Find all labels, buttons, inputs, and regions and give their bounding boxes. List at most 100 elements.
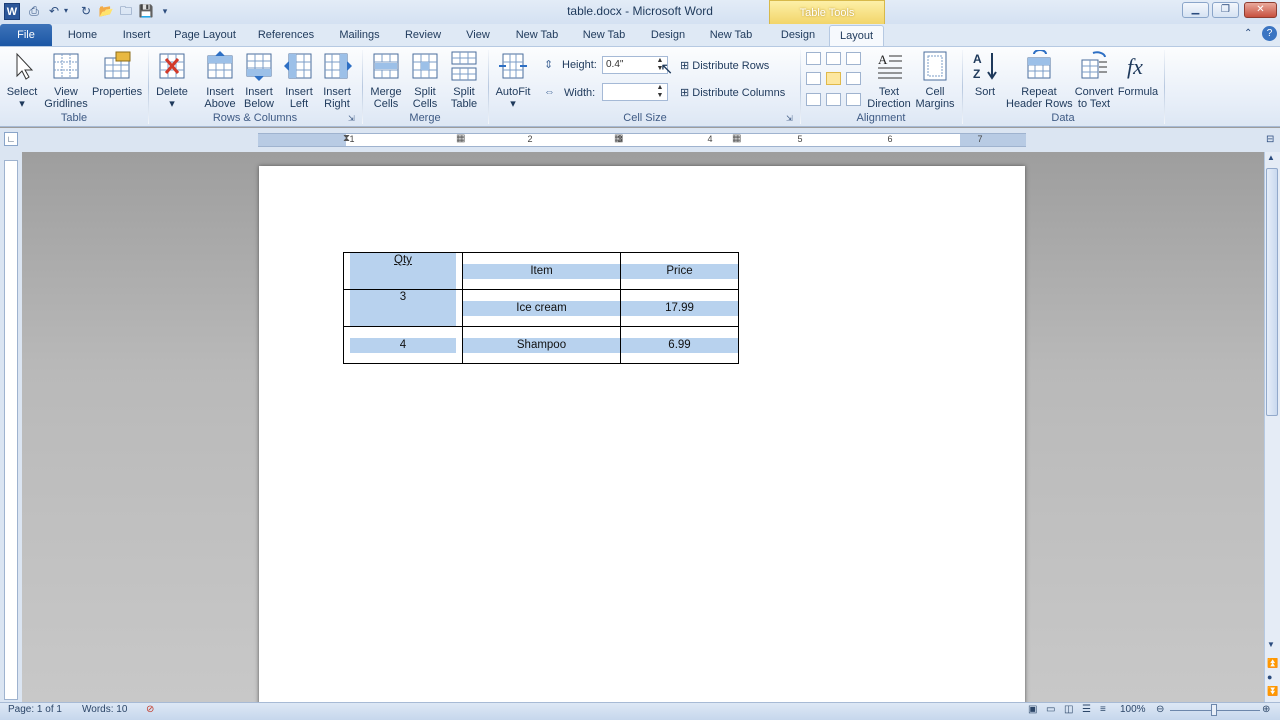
table-cell[interactable]: 17.99 — [620, 289, 739, 327]
select-browse-object-icon[interactable]: ● — [1267, 672, 1272, 682]
table-cell[interactable]: 3 — [343, 289, 463, 327]
align-bottom-right-button[interactable] — [846, 93, 861, 106]
split-cells-button[interactable]: Split Cells — [406, 50, 444, 110]
previous-page-icon[interactable]: ⏫ — [1267, 658, 1278, 669]
table-cell-text: 4 — [350, 338, 456, 353]
view-web-layout-icon[interactable]: ◫ — [1064, 704, 1073, 715]
close-button[interactable]: ✕ — [1244, 2, 1277, 18]
horizontal-ruler[interactable] — [258, 133, 1026, 147]
insert-below-button[interactable]: Insert Below — [240, 50, 278, 110]
width-spinner[interactable]: ▲ ▼ — [602, 83, 668, 101]
ruler-number: 1 — [349, 134, 355, 144]
zoom-level[interactable]: 100% — [1120, 704, 1146, 715]
align-top-right-button[interactable] — [846, 52, 861, 65]
height-label: Height: — [562, 59, 597, 71]
tab-new-tab-3[interactable]: New Tab — [704, 25, 758, 46]
tab-new-tab-2[interactable]: New Tab — [577, 25, 631, 46]
align-top-center-button[interactable] — [826, 52, 841, 65]
view-outline-icon[interactable]: ☰ — [1082, 704, 1091, 715]
cell-margins-button[interactable]: Cell Margins — [912, 50, 958, 110]
distribute-columns-button[interactable]: ⊞ Distribute Columns — [680, 86, 785, 99]
view-draft-icon[interactable]: ≡ — [1100, 704, 1106, 715]
distribute-rows-button[interactable]: ⊞ Distribute Rows — [680, 59, 769, 72]
table-cell[interactable]: Item — [462, 252, 621, 290]
tab-table-layout[interactable]: Layout — [829, 25, 884, 46]
tab-home[interactable]: Home — [60, 25, 105, 46]
dialog-launcher-icon[interactable]: ⇲ — [786, 114, 793, 123]
gridlines-icon — [53, 53, 79, 79]
table-cell[interactable]: Ice cream — [462, 289, 621, 327]
tab-review[interactable]: Review — [400, 25, 446, 46]
next-page-icon[interactable]: ⏬ — [1267, 686, 1278, 697]
align-center-button[interactable] — [826, 72, 841, 85]
zoom-slider-thumb[interactable] — [1211, 704, 1217, 716]
align-bottom-center-button[interactable] — [826, 93, 841, 106]
document-table[interactable]: Qty Item Price 3 Ice cream 17.99 4 Shamp… — [343, 252, 739, 364]
zoom-in-icon[interactable]: ⊕ — [1262, 704, 1270, 715]
document-page[interactable] — [259, 166, 1025, 706]
repeat-header-rows-button[interactable]: Repeat Header Rows — [1006, 50, 1073, 110]
align-bottom-left-button[interactable] — [806, 93, 821, 106]
autofit-button[interactable]: AutoFit ▾ — [492, 50, 534, 110]
ruler-number: 6 — [887, 134, 893, 144]
tab-new-tab-1[interactable]: New Tab — [510, 25, 564, 46]
table-cell[interactable]: 4 — [343, 326, 463, 364]
window-title: table.docx - Microsoft Word — [567, 4, 713, 18]
tab-mailings[interactable]: Mailings — [332, 25, 387, 46]
vertical-ruler[interactable] — [4, 160, 18, 700]
zoom-out-icon[interactable]: ⊖ — [1156, 704, 1164, 715]
insert-left-button[interactable]: Insert Left — [280, 50, 318, 110]
tab-design-1[interactable]: Design — [644, 25, 692, 46]
restore-button[interactable]: ❐ — [1212, 2, 1239, 18]
tab-references[interactable]: References — [252, 25, 320, 46]
view-ruler-icon[interactable]: ⊟ — [1266, 134, 1274, 145]
sort-button[interactable]: AZ Sort — [966, 50, 1004, 98]
minimize-ribbon-icon[interactable]: ⌃ — [1244, 28, 1252, 39]
ruler-left-margin — [258, 134, 346, 146]
column-marker-icon[interactable]: ▦ — [456, 133, 465, 144]
tab-file[interactable]: File — [0, 24, 52, 46]
help-icon[interactable]: ? — [1262, 26, 1277, 41]
proofing-icon[interactable]: ⊘ — [146, 704, 154, 715]
convert-to-text-button[interactable]: Convert to Text — [1074, 50, 1114, 110]
split-table-button[interactable]: Split Table — [444, 50, 484, 110]
scrollbar-thumb[interactable] — [1266, 168, 1278, 416]
tab-selector-icon[interactable]: ∟ — [4, 132, 18, 146]
delete-button[interactable]: Delete ▾ — [152, 50, 192, 110]
properties-button[interactable]: Properties — [92, 50, 142, 98]
page-count[interactable]: Page: 1 of 1 — [8, 704, 62, 715]
minimize-button[interactable]: ▁ — [1182, 2, 1209, 18]
align-top-left-button[interactable] — [806, 52, 821, 65]
scroll-up-icon[interactable]: ▲ — [1267, 153, 1275, 162]
tab-table-design[interactable]: Design — [769, 25, 827, 46]
group-label-merge: Merge — [409, 112, 441, 124]
sort-az-icon: AZ — [973, 52, 997, 81]
tab-insert[interactable]: Insert — [114, 25, 159, 46]
align-center-right-button[interactable] — [846, 72, 861, 85]
select-button[interactable]: Select ▾ — [4, 50, 40, 110]
text-direction-button[interactable]: A Text Direction — [866, 50, 912, 110]
table-cell[interactable]: 6.99 — [620, 326, 739, 364]
ruler-right-margin — [960, 134, 1026, 146]
scroll-down-icon[interactable]: ▼ — [1267, 640, 1275, 649]
table-cell[interactable]: Shampoo — [462, 326, 621, 364]
dialog-launcher-icon[interactable]: ⇲ — [348, 114, 355, 123]
view-gridlines-button[interactable]: View Gridlines — [42, 50, 90, 110]
height-spinner[interactable]: 0.4" ▲ ▼ — [602, 56, 668, 74]
view-full-screen-icon[interactable]: ▭ — [1046, 704, 1055, 715]
properties-icon — [104, 51, 131, 79]
table-cell[interactable]: Price — [620, 252, 739, 290]
word-count[interactable]: Words: 10 — [82, 704, 127, 715]
view-print-layout-icon[interactable]: ▣ — [1028, 704, 1037, 715]
tab-view[interactable]: View — [458, 25, 498, 46]
align-center-left-button[interactable] — [806, 72, 821, 85]
table-cell[interactable]: Qty — [343, 252, 463, 290]
column-marker-icon[interactable]: ▦ — [732, 133, 741, 144]
merge-cells-button[interactable]: Merge Cells — [366, 50, 406, 110]
tab-page-layout[interactable]: Page Layout — [170, 25, 240, 46]
group-separator — [362, 50, 363, 124]
insert-above-button[interactable]: Insert Above — [200, 50, 240, 110]
spinner-arrows-icon[interactable]: ▲ ▼ — [655, 84, 665, 100]
formula-button[interactable]: fx Formula — [1116, 50, 1160, 98]
insert-right-button[interactable]: Insert Right — [318, 50, 356, 110]
